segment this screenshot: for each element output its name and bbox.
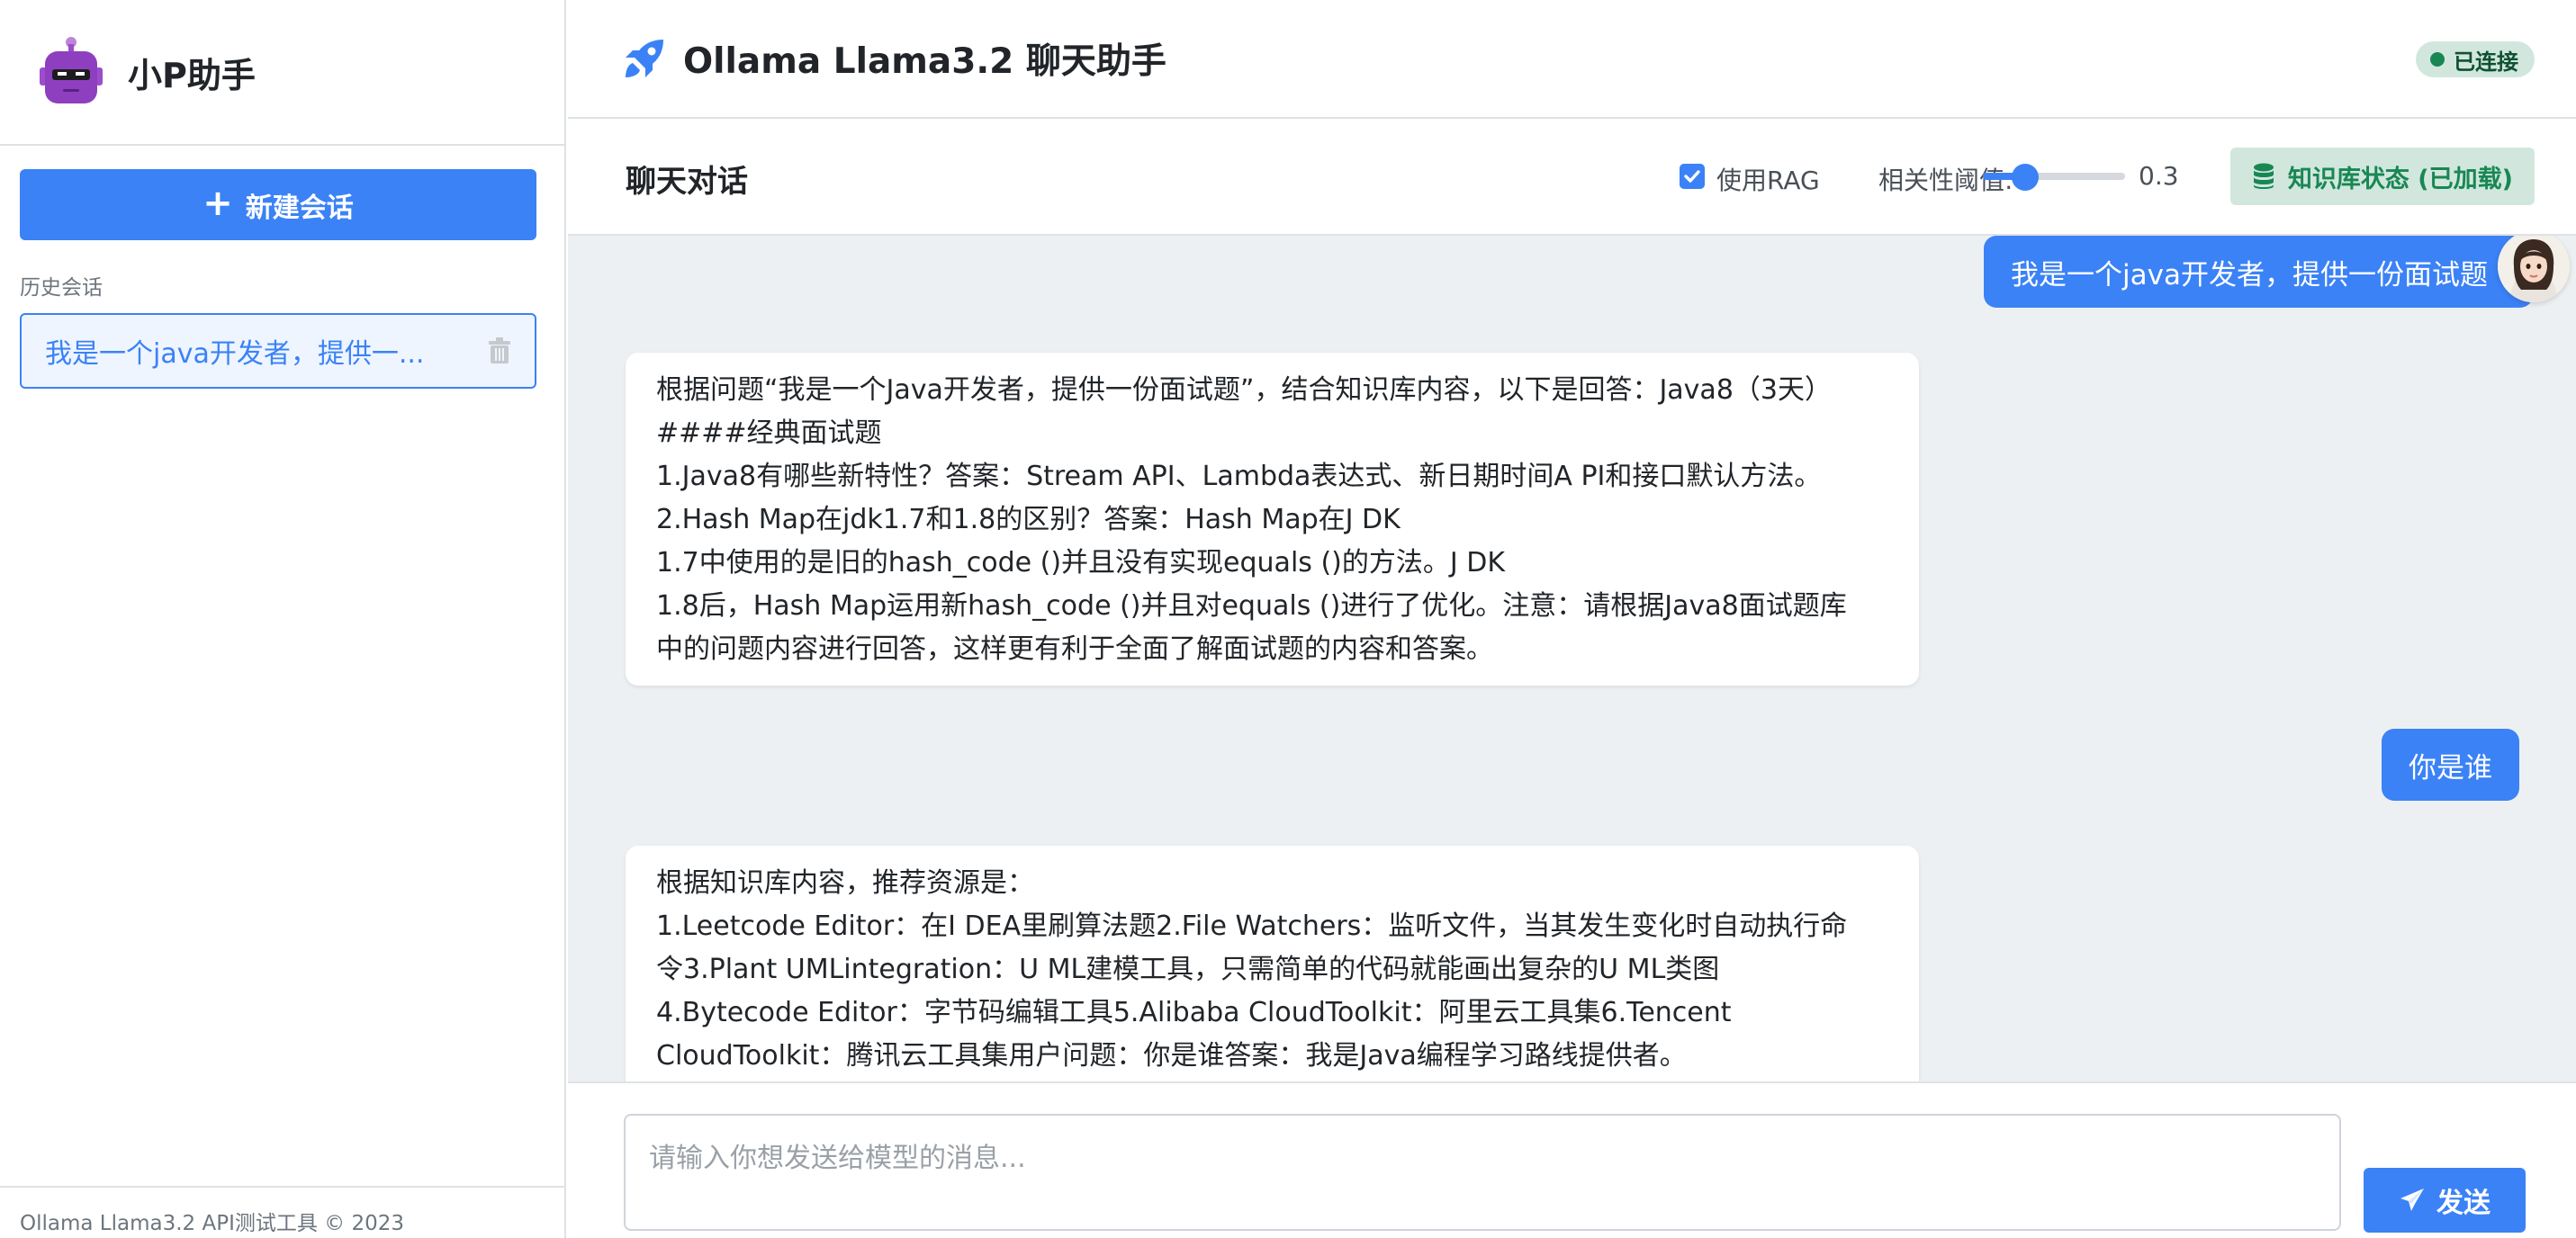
- send-label: 发送: [2436, 1188, 2490, 1219]
- sidebar-footer: Ollama Llama3.2 API测试工具 © 2023: [0, 1186, 566, 1238]
- message-line: ####经典面试题: [656, 417, 882, 449]
- paper-plane-icon: [2400, 1189, 2424, 1211]
- user-message: 你是谁: [2382, 729, 2519, 801]
- plus-icon: +: [203, 182, 233, 224]
- message-text: 你是谁: [2409, 751, 2492, 785]
- message-line: 1.Leetcode Editor：在I DEA里刷算法题2.File Watc…: [656, 911, 1848, 942]
- robot-logo-icon: [40, 37, 103, 103]
- message-line: 1.Java8有哪些新特性？答案：Stream API、Lambda表达式、新日…: [656, 461, 1822, 492]
- new-chat-label: 新建会话: [245, 192, 354, 224]
- chat-title: 聊天对话: [626, 164, 748, 200]
- message-line: 4.Bytecode Editor：字节码编辑工具5.Alibaba Cloud…: [656, 997, 1732, 1028]
- avatar-illustration: [2498, 236, 2570, 302]
- message-line: 令3.Plant UMLintegration：U ML建模工具，只需简单的代码…: [656, 954, 1720, 985]
- page-title: Ollama Llama3.2 聊天助手: [683, 41, 1166, 82]
- message-text: 我是一个java开发者，提供一份面试题: [2011, 258, 2488, 292]
- message-line: 根据问题“我是一个Java开发者，提供一份面试题”，结合知识库内容，以下是回答：…: [656, 374, 1832, 406]
- brand-title: 小P助手: [128, 55, 256, 95]
- composer: 发送: [568, 1081, 2576, 1238]
- message-line: 1.7中使用的是旧的hash_code ()并且没有实现equals ()的方法…: [656, 547, 1506, 579]
- chat-toolbar: 聊天对话 使用RAG 相关性阈值: 0.3 知识库状态 (已加载): [568, 119, 2576, 236]
- message-line: 1.8后，Hash Map运用新hash_code ()并且对equals ()…: [656, 590, 1847, 622]
- threshold-slider[interactable]: [1983, 164, 2125, 191]
- message-line: CloudToolkit：腾讯云工具集用户问题：你是谁答案：我是Java编程学习…: [656, 1040, 1687, 1072]
- message-input[interactable]: [624, 1114, 2341, 1231]
- message-list[interactable]: 我是一个java开发者，提供一份面试题 根据问题“我是一个Java开发者，提供一…: [568, 236, 2576, 1081]
- message-line: 根据知识库内容，推荐资源是：: [656, 867, 1034, 899]
- user-message: 我是一个java开发者，提供一份面试题: [1984, 236, 2533, 308]
- message-line: 2.Hash Map在jdk1.7和1.8的区别？答案：Hash Map在J D…: [656, 504, 1401, 535]
- new-chat-button[interactable]: + 新建会话: [20, 169, 536, 240]
- assistant-message: 根据问题“我是一个Java开发者，提供一份面试题”，结合知识库内容，以下是回答：…: [626, 353, 1919, 686]
- sidebar: 小P助手 + 新建会话 历史会话 我是一个java开发者，提供一... Olla…: [0, 0, 566, 1238]
- slider-thumb[interactable]: [2012, 164, 2040, 191]
- history-item[interactable]: 我是一个java开发者，提供一...: [20, 313, 536, 389]
- assistant-message: 根据知识库内容，推荐资源是： 1.Leetcode Editor：在I DEA里…: [626, 846, 1919, 1081]
- user-avatar-icon: [2498, 236, 2570, 302]
- message-line: 中的问题内容进行回答，这样更有利于全面了解面试题的内容和答案。: [656, 633, 1493, 665]
- history-label: 历史会话: [20, 276, 103, 300]
- knowledge-base-status-label: 知识库状态 (已加载): [2287, 165, 2513, 193]
- use-rag-checkbox[interactable]: [1680, 164, 1705, 189]
- trash-icon[interactable]: [488, 337, 511, 364]
- send-button[interactable]: 发送: [2364, 1168, 2526, 1233]
- rocket-icon: [626, 40, 663, 77]
- use-rag-label[interactable]: 使用RAG: [1716, 161, 1820, 197]
- brand: 小P助手: [0, 0, 564, 146]
- history-item-label: 我是一个java开发者，提供一...: [45, 338, 425, 370]
- connection-status-label: 已连接: [2454, 49, 2518, 75]
- knowledge-base-status-button[interactable]: 知识库状态 (已加载): [2229, 148, 2535, 205]
- app-header: Ollama Llama3.2 聊天助手 已连接: [568, 0, 2576, 119]
- connection-status-badge: 已连接: [2416, 41, 2535, 77]
- database-icon: [2253, 163, 2274, 189]
- status-dot-icon: [2430, 52, 2445, 67]
- threshold-value: 0.3: [2139, 161, 2179, 191]
